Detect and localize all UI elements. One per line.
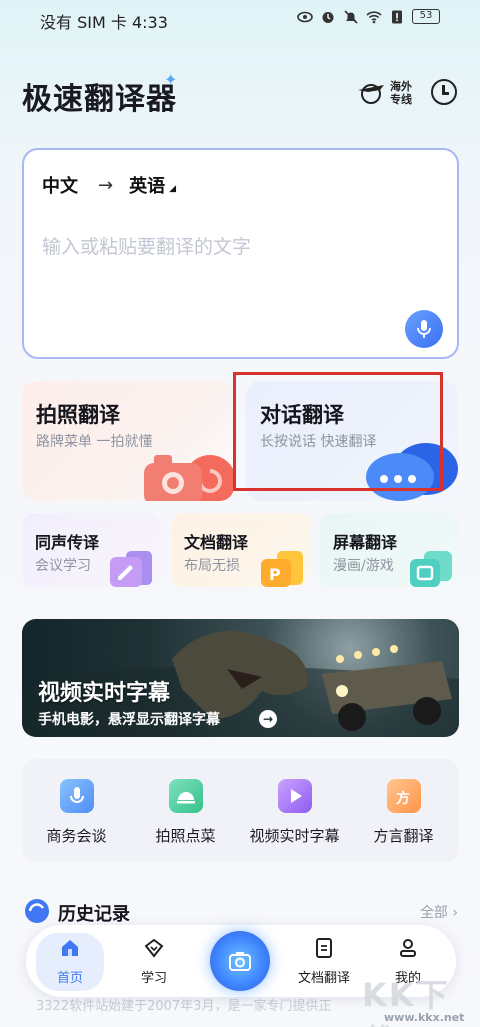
arrow-right-icon[interactable]: →: [259, 710, 277, 728]
sparkle-icon: ✦: [164, 70, 178, 89]
nav-home-label: 首页: [56, 971, 83, 986]
simultaneous-title: 同声传译: [35, 533, 100, 552]
overseas-line1: 海外: [390, 80, 412, 93]
highlight-annotation-box: [233, 372, 443, 491]
simultaneous-interpretation-card[interactable]: 同声传译 会议学习: [22, 513, 161, 587]
video-play-icon: [277, 779, 312, 813]
nav-document-label: 文档翻译: [297, 971, 350, 986]
nav-home[interactable]: 首页: [40, 937, 100, 986]
shortcut-photo-menu-label: 拍照点菜: [155, 827, 216, 845]
learn-diamond-icon: [144, 938, 164, 958]
source-language[interactable]: 中文: [42, 172, 78, 198]
screen-title: 屏幕翻译: [333, 533, 398, 552]
alarm-icon: [322, 11, 334, 23]
screen-subtitle: 漫画/游戏: [333, 558, 394, 574]
photo-translate-title: 拍照翻译: [36, 403, 120, 427]
user-icon: [400, 939, 416, 957]
food-dish-icon: [168, 779, 203, 813]
shortcuts-panel: 商务会谈 拍照点菜 视频实时字幕 方 方言翻译: [22, 759, 459, 862]
shortcut-dialect[interactable]: 方 方言翻译: [349, 779, 458, 846]
mute-bell-icon: [344, 9, 358, 24]
nav-document[interactable]: 文档翻译: [294, 937, 354, 986]
battery-indicator: 53: [412, 9, 440, 24]
history-clock-icon[interactable]: [431, 79, 457, 105]
microphone-icon: [417, 320, 431, 338]
document-title: 文档翻译: [184, 533, 249, 552]
ppt-file-icon: P: [261, 551, 303, 587]
status-bar: 没有 SIM 卡 4:33 53: [0, 0, 480, 36]
language-selector[interactable]: 中文 → 英语 ◢: [42, 172, 176, 198]
arrow-icon: →: [98, 174, 114, 196]
shortcut-business-label: 商务会谈: [46, 827, 107, 845]
nav-learn-label: 学习: [140, 971, 167, 986]
carrier-time: 没有 SIM 卡 4:33: [40, 13, 168, 32]
history-title: 历史记录: [58, 904, 130, 925]
alert-icon: [392, 10, 402, 23]
status-icons: 53: [297, 9, 440, 24]
svg-text:P: P: [269, 565, 281, 584]
video-subtitle-banner[interactable]: 视频实时字幕 手机电影，悬浮显示翻译字幕 →: [22, 619, 459, 737]
overseas-line-button[interactable]: 海外 专线: [356, 80, 412, 106]
screen-translate-card[interactable]: 屏幕翻译 漫画/游戏: [320, 513, 459, 587]
plane-globe-icon: [358, 84, 384, 104]
wifi-icon: [366, 10, 382, 23]
shortcut-dialect-label: 方言翻译: [373, 827, 434, 845]
document-translate-card[interactable]: 文档翻译 布局无损 P: [171, 513, 310, 587]
svg-text:方: 方: [396, 790, 410, 807]
document-icon: [316, 938, 332, 958]
history-section-header: 历史记录 全部 ›: [24, 898, 458, 925]
document-subtitle: 布局无损: [184, 558, 240, 574]
banner-title: 视频实时字幕: [38, 681, 171, 706]
camera-3d-icon: [144, 455, 234, 501]
dropdown-triangle-icon: ◢: [169, 184, 177, 194]
shortcut-video-subtitle-label: 视频实时字幕: [249, 827, 340, 845]
dialect-icon: 方: [386, 779, 421, 813]
history-globe-icon: [25, 899, 49, 923]
business-mic-icon: [59, 779, 94, 813]
pen-book-icon: [110, 551, 152, 587]
watermark-url: www.kkx.net: [384, 1011, 465, 1024]
shortcut-photo-menu[interactable]: 拍照点菜: [131, 779, 240, 846]
screen-icon: [410, 551, 452, 587]
shortcut-video-subtitle[interactable]: 视频实时字幕: [240, 779, 349, 846]
eye-icon: [297, 11, 313, 22]
microphone-button[interactable]: [405, 310, 443, 348]
shortcut-business-meeting[interactable]: 商务会谈: [22, 779, 131, 846]
home-icon: [62, 940, 78, 956]
history-all-link[interactable]: 全部 ›: [420, 902, 458, 922]
text-input-placeholder[interactable]: 输入或粘贴要翻译的文字: [42, 232, 251, 259]
banner-subtitle: 手机电影，悬浮显示翻译字幕: [38, 712, 220, 728]
translation-input-card[interactable]: 中文 → 英语 ◢ 输入或粘贴要翻译的文字: [22, 148, 459, 359]
camera-icon: [229, 952, 251, 971]
overseas-line2: 专线: [390, 93, 412, 106]
nav-learn[interactable]: 学习: [124, 937, 184, 986]
camera-button[interactable]: [210, 931, 270, 991]
photo-translate-subtitle: 路牌菜单 一拍就懂: [36, 434, 153, 450]
app-title: 极速翻译器: [22, 82, 177, 117]
footer-text: 3322软件站始建于2007年3月，是一家专门提供正: [36, 999, 332, 1014]
photo-translate-card[interactable]: 拍照翻译 路牌菜单 一拍就懂: [22, 381, 234, 501]
simultaneous-subtitle: 会议学习: [35, 558, 91, 574]
target-language[interactable]: 英语: [129, 172, 165, 198]
